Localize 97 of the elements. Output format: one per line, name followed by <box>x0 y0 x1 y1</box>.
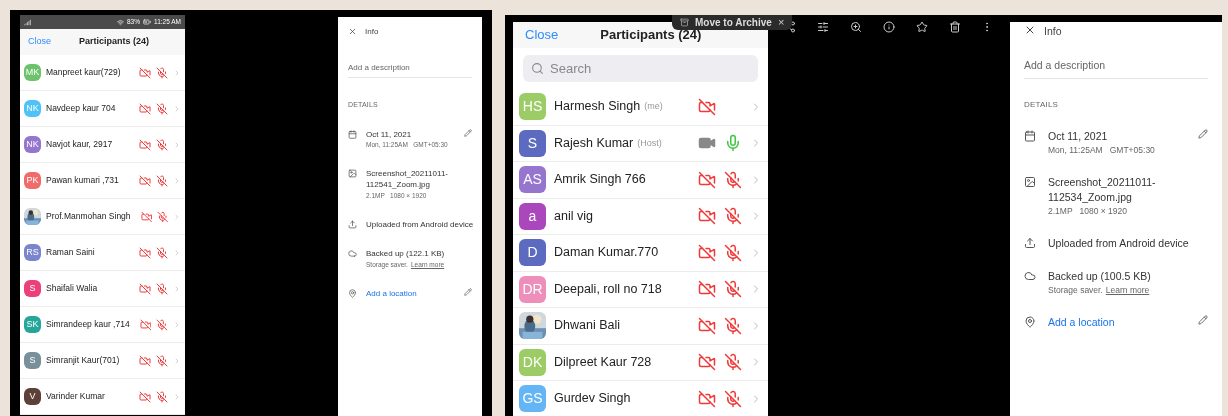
image-icon <box>1024 175 1036 188</box>
avatar: S <box>24 280 41 297</box>
learn-more-link[interactable]: Learn more <box>1105 284 1150 298</box>
avatar: GS <box>519 385 546 413</box>
edit-icon[interactable] <box>1198 128 1208 139</box>
location-pin-icon <box>1024 316 1036 329</box>
signal-icon <box>24 18 31 26</box>
detail-title: Screenshot_20211011-112541_Zoom.jpg <box>366 167 449 192</box>
detail-title: Oct 11, 2021 <box>366 128 413 141</box>
participant-role: (me) <box>644 100 663 113</box>
participant-name: Simrandeep kaur ,714 <box>46 318 130 331</box>
avatar: HS <box>519 93 546 121</box>
chevron-icon[interactable] <box>173 68 181 77</box>
detail-title: Uploaded from Android device <box>366 218 472 231</box>
avatar: AS <box>519 166 546 194</box>
detail-subtitle: Mon, 11:25AM GMT+05:30 <box>1048 143 1155 157</box>
participant-name: Simranjit Kaur(701) <box>46 354 120 367</box>
add-location-link[interactable]: Add a location <box>366 287 455 300</box>
location-pin-icon <box>348 288 357 298</box>
tooltip-close-button[interactable]: × <box>777 17 785 28</box>
cloud-icon <box>1024 270 1036 283</box>
add-location-link[interactable]: Add a location <box>1048 315 1186 331</box>
chevron-icon[interactable] <box>173 140 181 149</box>
avatar: S <box>519 129 546 157</box>
participant-name: Dhwani Bali <box>554 317 620 335</box>
image-icon <box>348 168 357 178</box>
detail-subtitle: 2.1MP 1080 × 1920 <box>1048 205 1127 218</box>
info-title: Info <box>1044 25 1062 36</box>
calendar-icon <box>1024 129 1036 142</box>
chevron-icon[interactable] <box>173 356 181 365</box>
wifi-icon <box>117 18 124 26</box>
participant-name: Dilpreet Kaur 728 <box>554 353 652 371</box>
avatar: NK <box>24 136 41 153</box>
description-field[interactable]: Add a description <box>1024 58 1208 79</box>
participant-name: Amrik Singh 766 <box>554 171 646 189</box>
sliders-icon[interactable] <box>817 21 830 33</box>
participant-name: Gurdev Singh <box>554 390 631 408</box>
calendar-icon <box>348 129 357 139</box>
participant-name: Varinder Kumar <box>46 390 105 403</box>
chevron-icon[interactable] <box>173 176 181 185</box>
detail-subtitle: Storage saver. <box>1048 284 1103 298</box>
avatar: NK <box>24 100 41 117</box>
participant-name: Prof.Manmohan Singh <box>46 210 131 223</box>
participant-name: Raman Saini <box>46 246 95 259</box>
avatar: V <box>24 388 41 405</box>
participant-name: Harmesh Singh <box>554 98 641 116</box>
close-button[interactable]: Close <box>525 25 559 45</box>
detail-title: Oct 11, 2021 <box>1048 128 1109 144</box>
avatar: S <box>24 352 41 369</box>
info-icon[interactable] <box>882 21 895 33</box>
participant-name: Navjot kaur, 2917 <box>46 138 113 151</box>
participant-name: anil vig <box>554 207 593 225</box>
participant-name: Pawan kumari ,731 <box>46 174 119 187</box>
chevron-icon[interactable] <box>173 320 181 329</box>
detail-title: Uploaded from Android device <box>1048 235 1190 251</box>
close-icon[interactable] <box>348 27 357 36</box>
battery-icon <box>143 18 151 26</box>
search-icon <box>531 62 544 75</box>
detail-title: Screenshot_20211011-112534_Zoom.jpg <box>1048 174 1157 205</box>
participant-name: Navdeep kaur 704 <box>46 102 116 115</box>
upload-icon <box>348 219 357 229</box>
trash-icon[interactable] <box>948 21 961 33</box>
star-icon[interactable] <box>915 21 928 33</box>
chevron-icon[interactable] <box>173 284 181 293</box>
avatar: DK <box>519 348 546 376</box>
chevron-icon[interactable] <box>173 392 181 401</box>
avatar: DR <box>519 275 546 303</box>
participant-name: Deepali, roll no 718 <box>554 280 662 298</box>
avatar: D <box>519 239 546 267</box>
detail-title: Backed up (100.5 KB) <box>1048 269 1152 285</box>
zoom-icon[interactable] <box>850 21 863 33</box>
info-title: Info <box>365 27 379 36</box>
description-field[interactable]: Add a description <box>348 62 472 78</box>
edit-icon[interactable] <box>464 287 472 296</box>
edit-icon[interactable] <box>464 128 472 137</box>
avatar: a <box>519 202 546 230</box>
avatar: MK <box>24 64 41 81</box>
cloud-icon <box>348 249 357 259</box>
chevron-icon[interactable] <box>173 104 181 113</box>
participant-name: Rajesh Kumar <box>554 134 634 152</box>
avatar: RS <box>24 244 41 261</box>
close-icon[interactable] <box>1024 24 1036 36</box>
edit-icon[interactable] <box>1198 315 1208 326</box>
participant-name: Shaifali Walia <box>46 282 98 295</box>
participant-name: Daman Kumar.770 <box>554 244 659 262</box>
avatar: PK <box>24 172 41 189</box>
chevron-icon[interactable] <box>173 212 181 221</box>
participant-role: (Host) <box>637 136 662 150</box>
chevron-icon[interactable] <box>173 248 181 257</box>
avatar: SK <box>24 316 41 333</box>
section-heading: DETAILS <box>1024 98 1060 111</box>
upload-icon <box>1024 236 1036 249</box>
participant-name: Manpreet kaur(729) <box>46 66 121 79</box>
detail-title: Backed up (122.1 KB) <box>366 248 446 260</box>
archive-icon <box>680 18 689 27</box>
close-button[interactable]: Close <box>28 35 51 49</box>
panel-title: Participants (24) <box>79 35 150 49</box>
